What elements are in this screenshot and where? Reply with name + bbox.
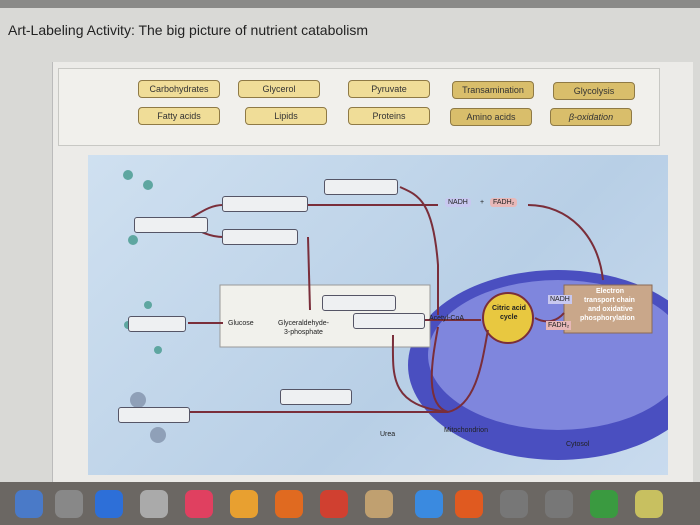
citric-label-1: Citric acid: [492, 305, 526, 312]
label-beta-oxidation[interactable]: β-oxidation: [550, 108, 632, 126]
label-glycerol[interactable]: Glycerol: [238, 80, 320, 98]
urea-label: Urea: [380, 431, 396, 438]
mitochondrion-label: Mitochondrion: [444, 427, 488, 434]
launchpad-icon[interactable]: [55, 490, 83, 518]
label-glycolysis[interactable]: Glycolysis: [553, 82, 635, 100]
nadh-label-2: NADH: [548, 295, 572, 304]
app-store-icon[interactable]: [95, 490, 123, 518]
safari-icon[interactable]: [415, 490, 443, 518]
label-pyruvate[interactable]: Pyruvate: [348, 80, 430, 98]
drop-target-6[interactable]: [128, 316, 186, 332]
drop-target-1[interactable]: [324, 179, 398, 195]
drop-target-9[interactable]: [118, 407, 190, 423]
etc-label-2: transport chain: [584, 297, 635, 304]
g3p-label-1: Glyceraldehyde-: [278, 320, 329, 327]
etc-label-1: Electron: [596, 288, 625, 295]
glucose-label: Glucose: [228, 320, 254, 327]
messages-icon[interactable]: [140, 490, 168, 518]
label-proteins[interactable]: Proteins: [348, 107, 430, 125]
label-fatty-acids[interactable]: Fatty acids: [138, 107, 220, 125]
bluetooth-icon[interactable]: [500, 490, 528, 518]
books-icon[interactable]: [275, 490, 303, 518]
label-carbohydrates[interactable]: Carbohydrates: [138, 80, 220, 98]
drop-target-7[interactable]: [353, 313, 425, 329]
fadh2-label: FADH₂: [490, 198, 518, 207]
excel-icon[interactable]: [590, 490, 618, 518]
cytosol-label: Cytosol: [566, 441, 590, 448]
drop-target-8[interactable]: [280, 389, 352, 405]
fadh2-label-2: FADH₂: [546, 321, 572, 330]
acetyl-coa-label: Acetyl-CoA: [429, 315, 465, 322]
music-icon[interactable]: [185, 490, 213, 518]
preview-icon[interactable]: [365, 490, 393, 518]
drop-target-3[interactable]: [222, 196, 308, 212]
label-amino-acids[interactable]: Amino acids: [450, 108, 532, 126]
etc-label-4: phosphorylation: [580, 315, 635, 322]
help-icon[interactable]: [545, 490, 573, 518]
citric-label-2: cycle: [500, 314, 518, 321]
drop-target-5[interactable]: [322, 295, 396, 311]
drop-target-2[interactable]: [134, 217, 208, 233]
etc-label-3: and oxidative: [588, 306, 633, 313]
molecule-icons: [123, 170, 166, 443]
drop-target-4[interactable]: [222, 229, 298, 245]
label-transamination[interactable]: Transamination: [452, 81, 534, 99]
page-title: Art-Labeling Activity: The big picture o…: [8, 22, 369, 38]
photos-icon[interactable]: [230, 490, 258, 518]
app-icon[interactable]: [320, 490, 348, 518]
finder-icon[interactable]: [15, 490, 43, 518]
browser-top-bar: [0, 0, 700, 8]
catabolism-diagram: NADH + FADH₂ Glucose Glyceraldehyde- 3-p…: [88, 155, 668, 475]
g3p-label-2: 3-phosphate: [284, 329, 323, 336]
app-icon-2[interactable]: [635, 490, 663, 518]
label-lipids[interactable]: Lipids: [245, 107, 327, 125]
plus-sign: +: [480, 199, 485, 206]
nadh-label: NADH: [445, 198, 471, 207]
firefox-icon[interactable]: [455, 490, 483, 518]
